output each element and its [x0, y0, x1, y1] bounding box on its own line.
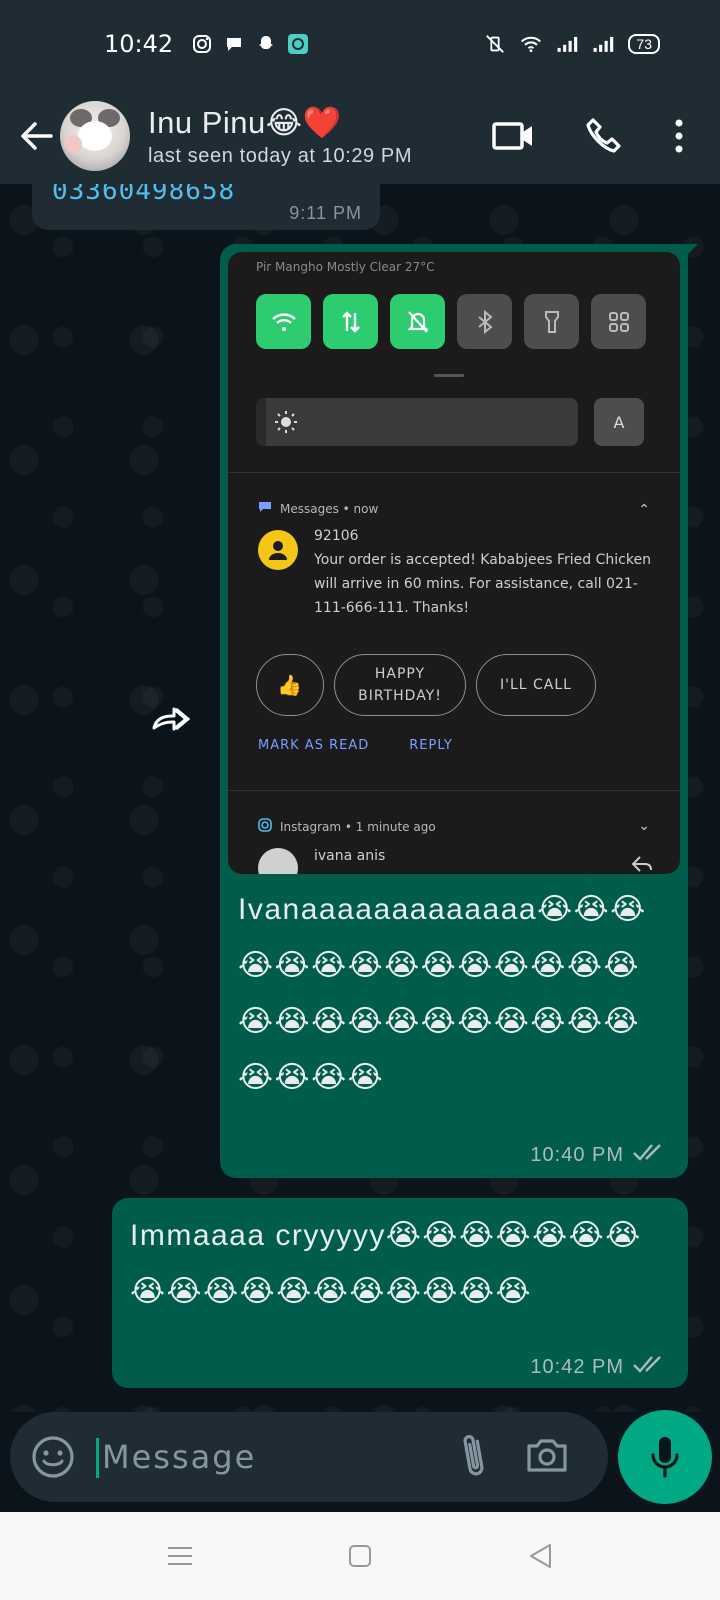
reply-ill-call: I'LL CALL	[476, 654, 596, 716]
mute-vibrate-icon	[484, 33, 506, 55]
chevron-up-icon: ⌃	[638, 502, 650, 518]
back-arrow-icon[interactable]	[16, 116, 56, 156]
instagram-icon	[258, 818, 272, 835]
brightness-slider	[256, 398, 578, 446]
reply-happy-birthday: HAPPY BIRTHDAY!	[334, 654, 466, 716]
message-image[interactable]: Pir Mangho Mostly Clear 27°C A Messages …	[228, 252, 680, 874]
double-check-icon	[632, 1142, 666, 1168]
contact-info[interactable]: Inu Pinu😂❤️ last seen today at 10:29 PM	[148, 104, 412, 168]
battery-icon: 73	[628, 34, 660, 54]
reply-thumbs-up: 👍	[256, 654, 324, 716]
menu-icon[interactable]	[160, 1536, 200, 1576]
incoming-message[interactable]: 03360498658 9:11 PM	[32, 184, 380, 230]
mark-as-read-action: MARK AS READ	[258, 738, 370, 753]
grid-icon	[591, 294, 646, 349]
outgoing-message-image[interactable]: Pir Mangho Mostly Clear 27°C A Messages …	[220, 244, 698, 1178]
notification-header: Messages • now	[258, 500, 378, 517]
text-cursor	[96, 1438, 99, 1478]
signal-icon	[556, 33, 578, 55]
weather-text: Pir Mangho Mostly Clear 27°C	[256, 260, 435, 274]
home-icon[interactable]	[340, 1536, 380, 1576]
chat-area[interactable]: 03360498658 9:11 PM Pir Mangho Mostly Cl…	[0, 184, 720, 1412]
message-text[interactable]: Immaaaa cryyyyy😭😭😭😭😭😭😭😭😭😭😭😭😭😭😭😭😭😭	[130, 1208, 678, 1320]
reply-icon	[631, 856, 652, 874]
double-check-icon	[632, 1354, 666, 1380]
notification-body: Your order is accepted! Kababjees Fried …	[314, 552, 651, 616]
reply-action: REPLY	[409, 738, 453, 753]
notification-app-name: Messages • now	[280, 501, 379, 516]
more-vert-icon[interactable]	[674, 119, 684, 153]
status-time: 10:42	[104, 30, 174, 58]
chevron-down-icon: ⌄	[638, 818, 650, 834]
person-icon	[258, 530, 298, 570]
bluetooth-icon	[457, 294, 512, 349]
sun-icon	[274, 410, 298, 438]
video-call-icon[interactable]	[492, 121, 534, 151]
messages-app-icon	[258, 500, 272, 517]
attach-icon[interactable]	[454, 1432, 500, 1482]
message-meta: 10:40 PM	[530, 1142, 666, 1168]
notification-icons	[191, 33, 309, 55]
instagram-icon	[191, 33, 213, 55]
message-time: 10:40 PM	[530, 1143, 624, 1166]
contact-name: Inu Pinu😂❤️	[148, 105, 342, 140]
chat-header: Inu Pinu😂❤️ last seen today at 10:29 PM	[0, 88, 720, 184]
app-icon	[287, 33, 309, 55]
silent-icon	[390, 294, 445, 349]
camera-icon[interactable]	[524, 1432, 574, 1482]
last-seen-status: last seen today at 10:29 PM	[148, 145, 413, 167]
chat-icon	[223, 33, 245, 55]
status-bar: 10:42 73	[0, 0, 720, 88]
instagram-app-name: Instagram • 1 minute ago	[280, 819, 436, 834]
mobile-data-icon	[323, 294, 378, 349]
back-icon[interactable]	[520, 1536, 560, 1576]
message-meta: 10:42 PM	[530, 1354, 666, 1380]
message-time: 9:11 PM	[289, 203, 362, 223]
avatar[interactable]	[60, 101, 130, 171]
emoji-icon[interactable]	[30, 1434, 76, 1480]
phone-icon[interactable]	[584, 116, 624, 156]
message-text[interactable]: 03360498658	[52, 184, 235, 206]
instagram-notification-header: Instagram • 1 minute ago	[258, 818, 436, 835]
notification-sender: 92106	[314, 528, 359, 544]
system-nav-bar	[0, 1512, 720, 1600]
outgoing-message[interactable]: Immaaaa cryyyyy😭😭😭😭😭😭😭😭😭😭😭😭😭😭😭😭😭😭 10:42 …	[112, 1198, 688, 1388]
snapchat-icon	[255, 33, 277, 55]
ig-avatar	[258, 848, 298, 874]
wifi-icon	[520, 33, 542, 55]
mic-icon[interactable]	[618, 1410, 712, 1504]
ig-sender: ivana anis	[314, 848, 386, 864]
wifi-icon	[256, 294, 311, 349]
message-time: 10:42 PM	[530, 1355, 624, 1378]
signal-icon	[592, 33, 614, 55]
forward-icon[interactable]	[150, 704, 191, 734]
message-input[interactable]	[102, 1432, 432, 1482]
auto-brightness-button: A	[594, 398, 644, 446]
message-text[interactable]: Ivanaaaaaaaaaaaaa😭😭😭😭😭😭😭😭😭😭😭😭😭😭😭😭😭😭😭😭😭😭😭…	[238, 882, 668, 1106]
flashlight-icon	[524, 294, 579, 349]
system-icons: 73	[484, 33, 660, 55]
message-composer	[10, 1412, 608, 1502]
